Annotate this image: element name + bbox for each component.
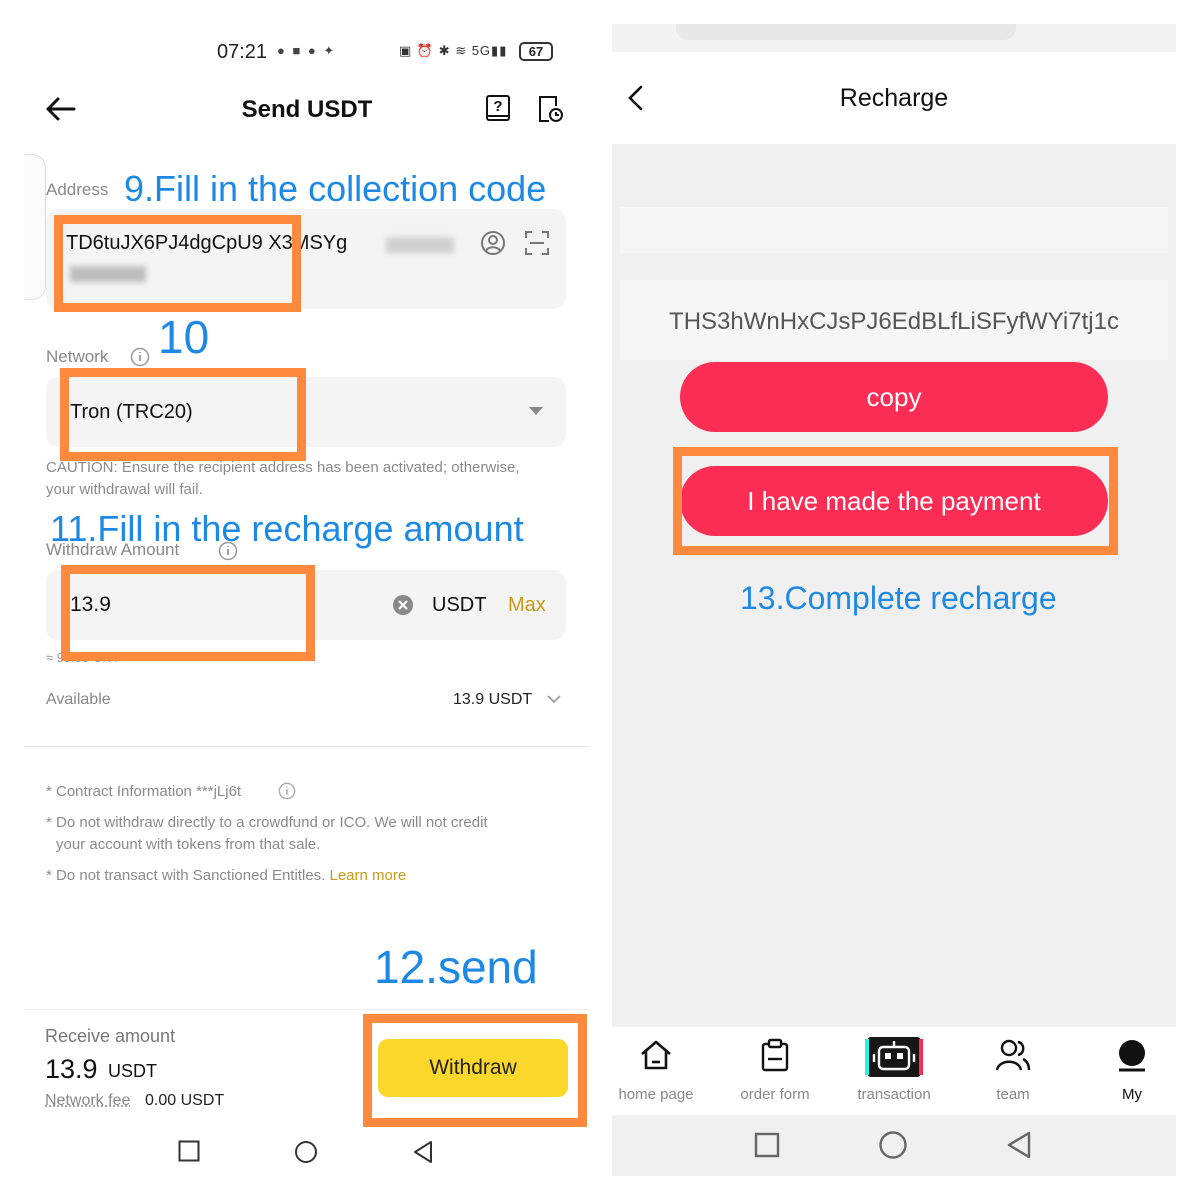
- copy-button[interactable]: copy: [680, 362, 1108, 432]
- available-label: Available: [46, 691, 111, 708]
- tab-label: home page: [618, 1086, 694, 1103]
- info-icon[interactable]: [130, 347, 150, 367]
- system-status-icons: ▣ ⏰ ✱ ≋ 5G▮▮: [399, 43, 508, 58]
- receive-currency: USDT: [108, 1061, 157, 1081]
- history-icon[interactable]: [536, 94, 564, 124]
- step-12-annotation: 12.send: [374, 941, 538, 993]
- profile-icon: [1119, 1040, 1145, 1072]
- step-9-annotation: 9.Fill in the collection code: [124, 168, 547, 209]
- chevron-down-icon[interactable]: [547, 694, 561, 704]
- tab-team[interactable]: team: [957, 1037, 1069, 1103]
- step-10-annotation: 10: [158, 311, 210, 363]
- caution-text: CAUTION: Ensure the recipient address ha…: [46, 459, 520, 498]
- recent-apps-icon[interactable]: [754, 1132, 780, 1158]
- address-label: Address: [46, 180, 109, 199]
- recent-apps-icon[interactable]: [178, 1140, 200, 1162]
- tab-order-form[interactable]: order form: [719, 1037, 831, 1103]
- team-icon: [995, 1039, 1031, 1071]
- step-13-annotation: 13.Complete recharge: [740, 580, 1057, 616]
- signal-text: 5G: [471, 43, 492, 58]
- chevron-down-icon: [529, 407, 543, 415]
- back-nav-icon[interactable]: [1006, 1130, 1032, 1160]
- blank-card: [620, 207, 1168, 253]
- scan-icon[interactable]: [524, 230, 550, 256]
- contact-icon[interactable]: [480, 230, 506, 256]
- svg-text:?: ?: [493, 98, 502, 115]
- available-value: 13.9 USDT: [453, 691, 533, 708]
- clipboard-icon: [761, 1038, 789, 1072]
- highlight-payment-button: [673, 447, 1118, 555]
- robot-icon: [865, 1037, 923, 1077]
- highlight-network: [60, 368, 306, 461]
- side-drawer-handle[interactable]: [24, 154, 46, 300]
- home-nav-icon[interactable]: [878, 1130, 908, 1160]
- clear-icon[interactable]: [392, 594, 414, 616]
- tab-label: My: [1122, 1086, 1142, 1103]
- crowdfund-note-1: * Do not withdraw directly to a crowdfun…: [46, 814, 488, 831]
- crowdfund-note-2: your account with tokens from that sale.: [56, 836, 321, 853]
- receive-amount-label: Receive amount: [45, 1026, 176, 1046]
- sanctioned-text: * Do not transact with Sanctioned Entitl…: [46, 867, 326, 884]
- home-icon: [641, 1040, 671, 1070]
- step-11-annotation: 11.Fill in the recharge amount: [50, 508, 524, 549]
- info-icon[interactable]: [278, 782, 296, 800]
- top-pill: [676, 24, 1016, 40]
- receive-amount-value: 13.9: [45, 1054, 98, 1084]
- back-nav-icon[interactable]: [412, 1140, 434, 1164]
- help-book-icon[interactable]: ?: [484, 94, 512, 124]
- highlight-withdraw: [363, 1014, 587, 1127]
- learn-more-link[interactable]: Learn more: [330, 867, 407, 884]
- blurred-address-part: [386, 237, 454, 253]
- network-fee-value: 0.00 USDT: [145, 1092, 225, 1109]
- deposit-address: THS3hWnHxCJsPJ6EdBLfLiSFyfWYi7tj1c: [669, 308, 1119, 335]
- status-time: 07:21: [217, 41, 268, 63]
- highlight-amount: [61, 565, 315, 661]
- tab-my[interactable]: My: [1076, 1037, 1176, 1103]
- recharge-title: Recharge: [839, 84, 949, 112]
- max-button[interactable]: Max: [508, 594, 546, 617]
- battery-icon: 67: [519, 42, 553, 61]
- battery-level: 67: [528, 44, 544, 59]
- network-fee-label[interactable]: Network fee: [45, 1092, 130, 1110]
- tab-transaction[interactable]: transaction: [838, 1037, 950, 1103]
- notification-icons: ● ■ ● ✦: [277, 43, 337, 58]
- divider: [24, 746, 590, 747]
- home-nav-icon[interactable]: [294, 1140, 318, 1164]
- sanctioned-note: * Do not transact with Sanctioned Entitl…: [46, 865, 406, 887]
- bottom-tab-bar: home page order form transaction team My: [612, 1027, 1176, 1115]
- currency-label: USDT: [432, 594, 487, 616]
- highlight-address: [54, 215, 301, 312]
- contract-info: * Contract Information ***jLj6t: [46, 783, 242, 800]
- network-label: Network: [46, 347, 109, 366]
- tab-label: order form: [740, 1086, 810, 1103]
- tab-home-page[interactable]: home page: [612, 1037, 712, 1103]
- tab-label: team: [996, 1086, 1030, 1103]
- tab-label: transaction: [857, 1086, 931, 1103]
